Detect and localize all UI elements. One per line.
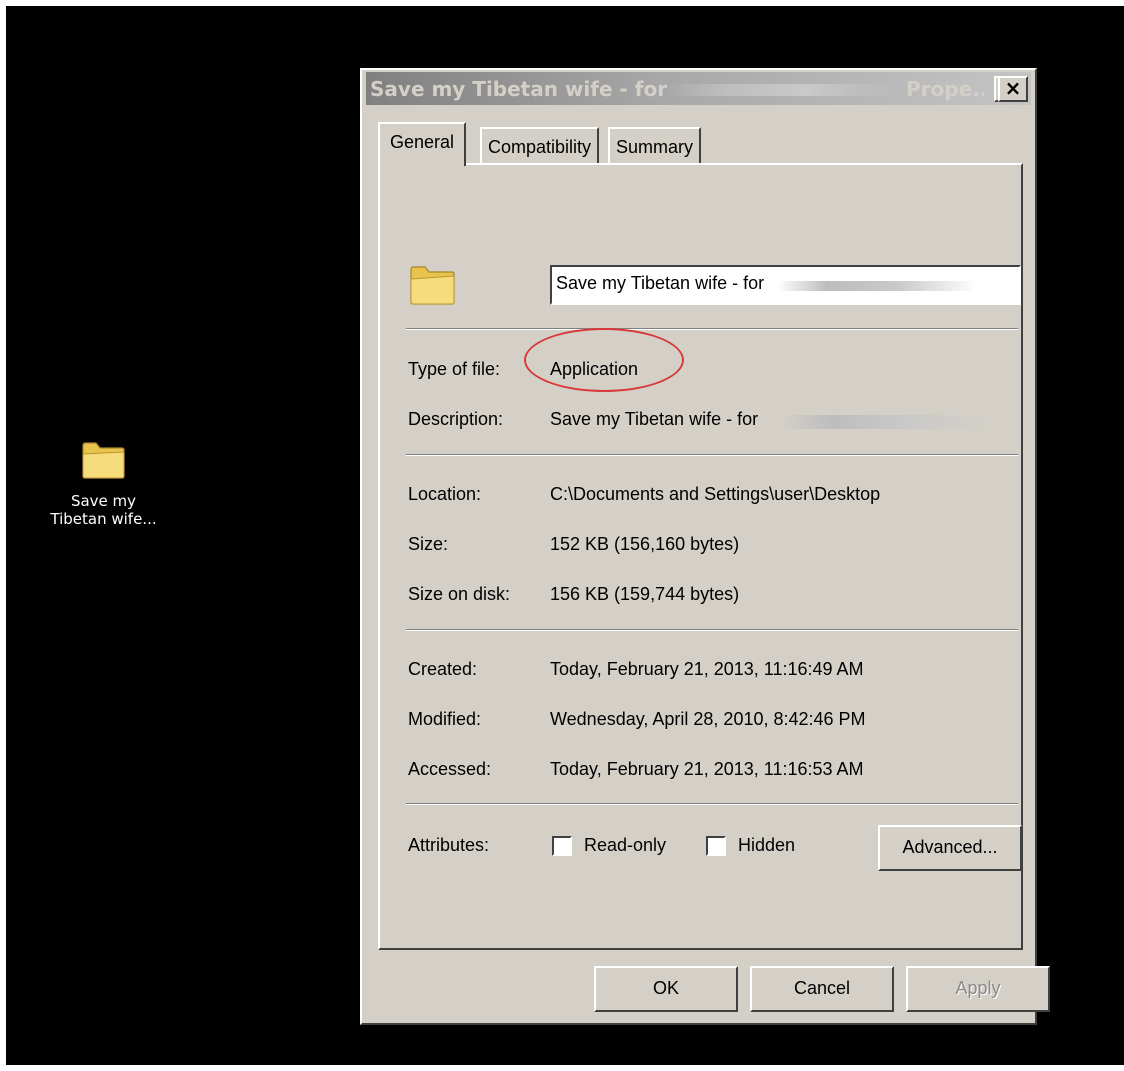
desktop-icon-label-line1: Save my <box>70 492 137 510</box>
accessed-label: Accessed: <box>408 759 492 779</box>
separator <box>406 454 1018 456</box>
file-name-input[interactable]: Save my Tibetan wife - for <box>550 265 1021 305</box>
separator <box>406 803 1018 805</box>
size-on-disk-value: 156 KB (159,744 bytes) <box>550 584 740 604</box>
accessed-value: Today, February 21, 2013, 11:16:53 AM <box>550 759 864 779</box>
separator <box>406 629 1018 631</box>
tab-general[interactable]: General <box>378 122 467 166</box>
desktop-icon-label-line2: Tibetan wife... <box>50 510 157 528</box>
created-label: Created: <box>408 659 478 679</box>
general-tab-panel: Save my Tibetan wife - for Type of file:… <box>378 163 1023 950</box>
attributes-label: Attributes: <box>408 835 490 855</box>
description-value: Save my Tibetan wife - for <box>550 409 759 429</box>
dialog-title: Save my Tibetan wife - for <box>370 77 668 101</box>
description-label: Description: <box>408 409 504 429</box>
hidden-label[interactable]: Hidden <box>738 835 795 856</box>
type-of-file-value: Application <box>550 359 639 379</box>
close-icon: × <box>1004 76 1022 100</box>
size-on-disk-label: Size on disk: <box>408 584 511 604</box>
readonly-label[interactable]: Read-only <box>584 835 666 856</box>
redacted-name-region <box>777 281 977 291</box>
tab-compatibility[interactable]: Compatibility <box>480 127 600 163</box>
redacted-description-region <box>780 415 990 429</box>
modified-label: Modified: <box>408 709 482 729</box>
desktop-file-shortcut[interactable]: Save my Tibetan wife... <box>36 438 171 528</box>
location-value: C:\Documents and Settings\user\Desktop <box>550 484 881 504</box>
title-bar[interactable]: Save my Tibetan wife - for Prope... ? × <box>366 72 1031 105</box>
size-value: 152 KB (156,160 bytes) <box>550 534 740 554</box>
advanced-button[interactable]: Advanced... <box>878 825 1022 871</box>
separator <box>406 328 1018 330</box>
properties-dialog: Save my Tibetan wife - for Prope... ? × … <box>360 68 1050 1025</box>
redacted-title-region <box>666 84 896 96</box>
ok-button[interactable]: OK <box>594 966 738 1012</box>
apply-button[interactable]: Apply <box>906 966 1050 1012</box>
dialog-title-suffix: Prope... <box>906 77 984 101</box>
modified-value: Wednesday, April 28, 2010, 8:42:46 PM <box>550 709 866 729</box>
folder-icon <box>81 442 125 479</box>
file-name-value: Save my Tibetan wife - for <box>556 273 765 293</box>
tab-summary[interactable]: Summary <box>608 127 702 163</box>
readonly-checkbox[interactable] <box>552 836 572 856</box>
size-label: Size: <box>408 534 449 554</box>
created-value: Today, February 21, 2013, 11:16:49 AM <box>550 659 864 679</box>
type-of-file-label: Type of file: <box>408 359 501 379</box>
hidden-checkbox[interactable] <box>706 836 726 856</box>
cancel-button[interactable]: Cancel <box>750 966 894 1012</box>
folder-icon <box>410 266 455 305</box>
location-label: Location: <box>408 484 482 504</box>
close-button[interactable]: × <box>998 76 1028 102</box>
